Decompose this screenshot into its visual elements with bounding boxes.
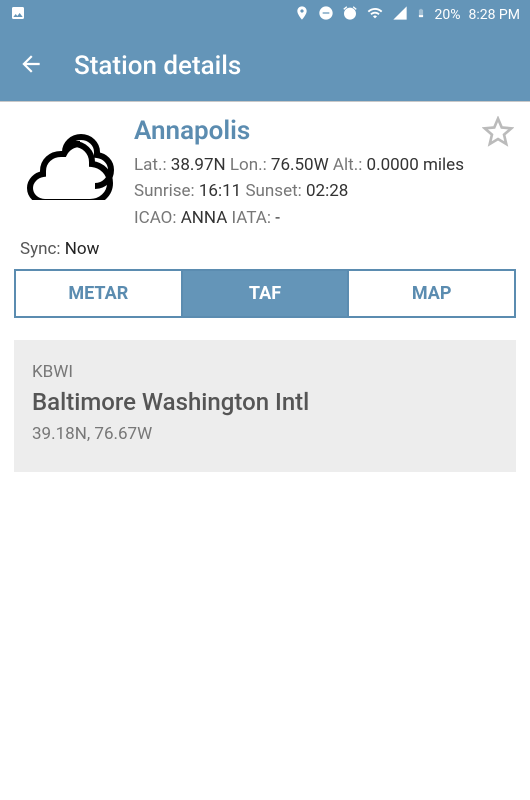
picture-icon bbox=[10, 5, 26, 25]
icao-value: ANNA bbox=[181, 208, 228, 228]
battery-percent: 20% bbox=[434, 7, 460, 23]
tab-metar[interactable]: METAR bbox=[16, 271, 183, 316]
wifi-icon bbox=[366, 5, 384, 25]
favorite-button[interactable] bbox=[482, 116, 514, 152]
location-icon bbox=[294, 5, 310, 25]
station-details: Annapolis Lat.: 38.97N Lon.: 76.50W Alt.… bbox=[0, 102, 530, 239]
codes-line: ICAO: ANNA IATA: - bbox=[134, 205, 510, 231]
coords-line: Lat.: 38.97N Lon.: 76.50W Alt.: 0.0000 m… bbox=[134, 152, 510, 178]
cloud-icon bbox=[20, 116, 120, 231]
tabs: METAR TAF MAP bbox=[14, 269, 516, 318]
battery-icon bbox=[416, 5, 426, 25]
icao-label: ICAO: bbox=[134, 208, 177, 228]
page-title: Station details bbox=[74, 51, 241, 81]
sync-label: Sync: bbox=[20, 239, 61, 259]
sync-value: Now bbox=[65, 239, 100, 259]
station-name: Annapolis bbox=[134, 116, 510, 146]
station-card[interactable]: KBWI Baltimore Washington Intl 39.18N, 7… bbox=[14, 340, 516, 472]
tab-taf[interactable]: TAF bbox=[183, 271, 350, 316]
clock-time: 8:28 PM bbox=[468, 7, 520, 23]
sunset-value: 02:28 bbox=[306, 181, 348, 201]
signal-icon bbox=[392, 5, 408, 25]
alt-value: 0.0000 miles bbox=[367, 155, 464, 175]
app-bar: Station details bbox=[0, 30, 530, 102]
alarm-icon bbox=[342, 5, 358, 25]
alt-label: Alt.: bbox=[333, 155, 362, 175]
sunset-label: Sunset: bbox=[245, 181, 301, 201]
status-bar: 20% 8:28 PM bbox=[0, 0, 530, 30]
lon-value: 76.50W bbox=[271, 155, 329, 175]
station-info: Annapolis Lat.: 38.97N Lon.: 76.50W Alt.… bbox=[134, 116, 510, 231]
card-coords: 39.18N, 76.67W bbox=[32, 424, 498, 444]
card-name: Baltimore Washington Intl bbox=[32, 388, 498, 416]
lat-value: 38.97N bbox=[171, 155, 226, 175]
do-not-disturb-icon bbox=[318, 5, 334, 25]
lon-label: Lon.: bbox=[230, 155, 267, 175]
iata-value: - bbox=[275, 208, 280, 228]
lat-label: Lat.: bbox=[134, 155, 167, 175]
iata-label: IATA: bbox=[232, 208, 272, 228]
tab-map[interactable]: MAP bbox=[349, 271, 514, 316]
sunrise-value: 16:11 bbox=[199, 181, 241, 201]
back-button[interactable] bbox=[18, 51, 44, 81]
card-icao: KBWI bbox=[32, 362, 498, 382]
sun-line: Sunrise: 16:11 Sunset: 02:28 bbox=[134, 178, 510, 204]
sunrise-label: Sunrise: bbox=[134, 181, 195, 201]
sync-line: Sync: Now bbox=[0, 239, 530, 269]
